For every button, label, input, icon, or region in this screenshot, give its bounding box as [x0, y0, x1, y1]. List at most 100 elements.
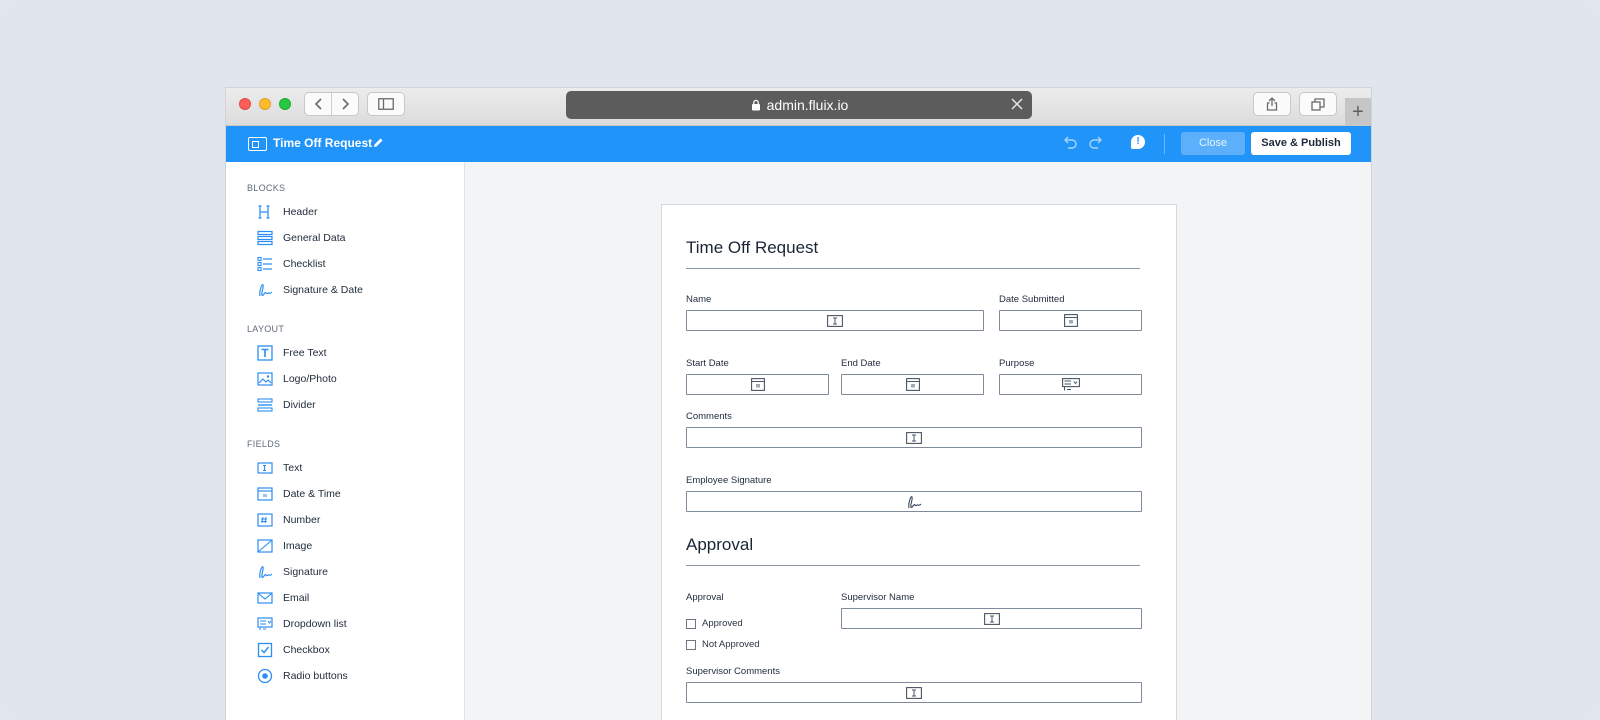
palette-item-label: Text — [283, 462, 303, 474]
checkbox-icon — [256, 641, 274, 659]
palette-item-label: General Data — [283, 232, 346, 244]
tabs-icon — [1311, 97, 1325, 111]
palette-item-label: Image — [283, 540, 313, 552]
new-tab-button[interactable]: + — [1345, 98, 1371, 126]
chevron-right-icon — [341, 98, 349, 110]
supervisor-comments-label: Supervisor Comments — [686, 666, 780, 677]
browser-titlebar: admin.fluix.io + — [226, 88, 1371, 126]
approval-label: Approval — [686, 592, 724, 603]
logo-photo-icon — [256, 370, 274, 388]
palette-item-checklist[interactable]: Checklist — [256, 254, 326, 274]
palette-item-divider[interactable]: Divider — [256, 395, 316, 415]
feedback-icon[interactable]: ! — [1131, 135, 1145, 149]
approved-option-label: Approved — [702, 618, 743, 629]
sidebar-icon — [378, 98, 394, 110]
header-divider — [686, 268, 1140, 269]
signature-icon — [908, 495, 922, 508]
share-icon — [1266, 97, 1278, 111]
comments-label: Comments — [686, 411, 732, 422]
palette-item-image[interactable]: Image — [256, 536, 312, 556]
name-label: Name — [686, 294, 712, 305]
zoom-window-button[interactable] — [279, 98, 291, 110]
comments-field[interactable] — [686, 427, 1142, 448]
save-publish-button[interactable]: Save & Publish — [1251, 132, 1351, 155]
palette-item-signature[interactable]: Signature — [256, 562, 328, 582]
number-icon — [256, 511, 274, 529]
sidebar-toggle-button[interactable] — [367, 92, 405, 116]
palette-item-header[interactable]: Header — [256, 202, 317, 222]
employee-signature-field[interactable] — [686, 491, 1142, 512]
palette-item-label: Header — [283, 206, 318, 218]
share-button[interactable] — [1253, 92, 1291, 116]
palette-item-label: Free Text — [283, 347, 327, 359]
purpose-label: Purpose — [999, 358, 1035, 369]
form-page: Time Off Request Name Date Submitted Sta… — [661, 204, 1177, 720]
forward-button[interactable] — [332, 93, 358, 115]
header-icon — [256, 203, 274, 221]
lock-icon — [751, 99, 760, 111]
end-date-field[interactable] — [841, 374, 984, 395]
redo-icon[interactable] — [1088, 136, 1104, 150]
supervisor-name-label: Supervisor Name — [841, 592, 915, 603]
palette-item-text[interactable]: Text — [256, 458, 302, 478]
calendar-icon — [1063, 314, 1078, 327]
general-data-icon — [256, 229, 274, 247]
dropdown-list-icon — [1061, 378, 1080, 391]
palette-item-label: Date & Time — [283, 488, 341, 500]
palette-item-general-data[interactable]: General Data — [256, 228, 345, 248]
pencil-icon[interactable] — [372, 137, 384, 149]
back-button[interactable] — [305, 93, 332, 115]
undo-icon[interactable] — [1062, 136, 1078, 150]
palette-item-free-text[interactable]: Free Text — [256, 343, 327, 363]
employee-signature-label: Employee Signature — [686, 475, 772, 486]
not-approved-checkbox[interactable] — [686, 640, 696, 650]
approved-checkbox[interactable] — [686, 619, 696, 629]
end-date-label: End Date — [841, 358, 881, 369]
date-time-icon — [256, 485, 274, 503]
palette-item-label: Divider — [283, 399, 316, 411]
palette-item-checkbox[interactable]: Checkbox — [256, 640, 330, 660]
form-header-title[interactable]: Time Off Request — [686, 238, 818, 258]
approval-section-title[interactable]: Approval — [686, 535, 753, 555]
form-name: Time Off Request — [273, 136, 373, 150]
supervisor-comments-field[interactable] — [686, 682, 1142, 703]
minimize-window-button[interactable] — [259, 98, 271, 110]
plus-icon: + — [1352, 100, 1364, 123]
section-heading-fields: FIELDS — [247, 439, 281, 449]
close-button[interactable]: Close — [1181, 132, 1245, 155]
tabs-overview-button[interactable] — [1299, 92, 1337, 116]
browser-window: admin.fluix.io + Time Off Request ! Clos… — [226, 88, 1371, 720]
not-approved-option-label: Not Approved — [702, 639, 760, 650]
section-heading-layout: LAYOUT — [247, 324, 285, 334]
palette-item-date-time[interactable]: Date & Time — [256, 484, 341, 504]
text-field-icon — [906, 431, 922, 444]
image-icon — [256, 537, 274, 555]
palette-item-label: Logo/Photo — [283, 373, 337, 385]
url-text: admin.fluix.io — [766, 97, 849, 113]
palette-item-label: Checklist — [283, 258, 326, 270]
palette-item-label: Dropdown list — [283, 618, 347, 630]
palette-item-email[interactable]: Email — [256, 588, 309, 608]
history-nav — [304, 92, 359, 116]
palette-item-number[interactable]: Number — [256, 510, 320, 530]
name-field[interactable] — [686, 310, 984, 331]
purpose-dropdown[interactable] — [999, 374, 1142, 395]
email-icon — [256, 589, 274, 607]
palette-item-dropdown-list[interactable]: Dropdown list — [256, 614, 347, 634]
start-date-field[interactable] — [686, 374, 829, 395]
divider-icon — [256, 396, 274, 414]
palette-item-label: Radio buttons — [283, 670, 348, 682]
supervisor-name-field[interactable] — [841, 608, 1142, 629]
address-bar[interactable]: admin.fluix.io — [566, 91, 1032, 119]
close-window-button[interactable] — [239, 98, 251, 110]
section-heading-blocks: BLOCKS — [247, 183, 286, 193]
toolbar-divider — [1164, 134, 1165, 154]
palette-item-label: Number — [283, 514, 321, 526]
clear-url-icon[interactable] — [1010, 97, 1024, 111]
palette-item-logo-photo[interactable]: Logo/Photo — [256, 369, 337, 389]
palette-item-radio-buttons[interactable]: Radio buttons — [256, 666, 348, 686]
palette-item-signature-date[interactable]: Signature & Date — [256, 280, 363, 300]
signature-date-icon — [256, 281, 274, 299]
start-date-label: Start Date — [686, 358, 729, 369]
date-submitted-field[interactable] — [999, 310, 1142, 331]
